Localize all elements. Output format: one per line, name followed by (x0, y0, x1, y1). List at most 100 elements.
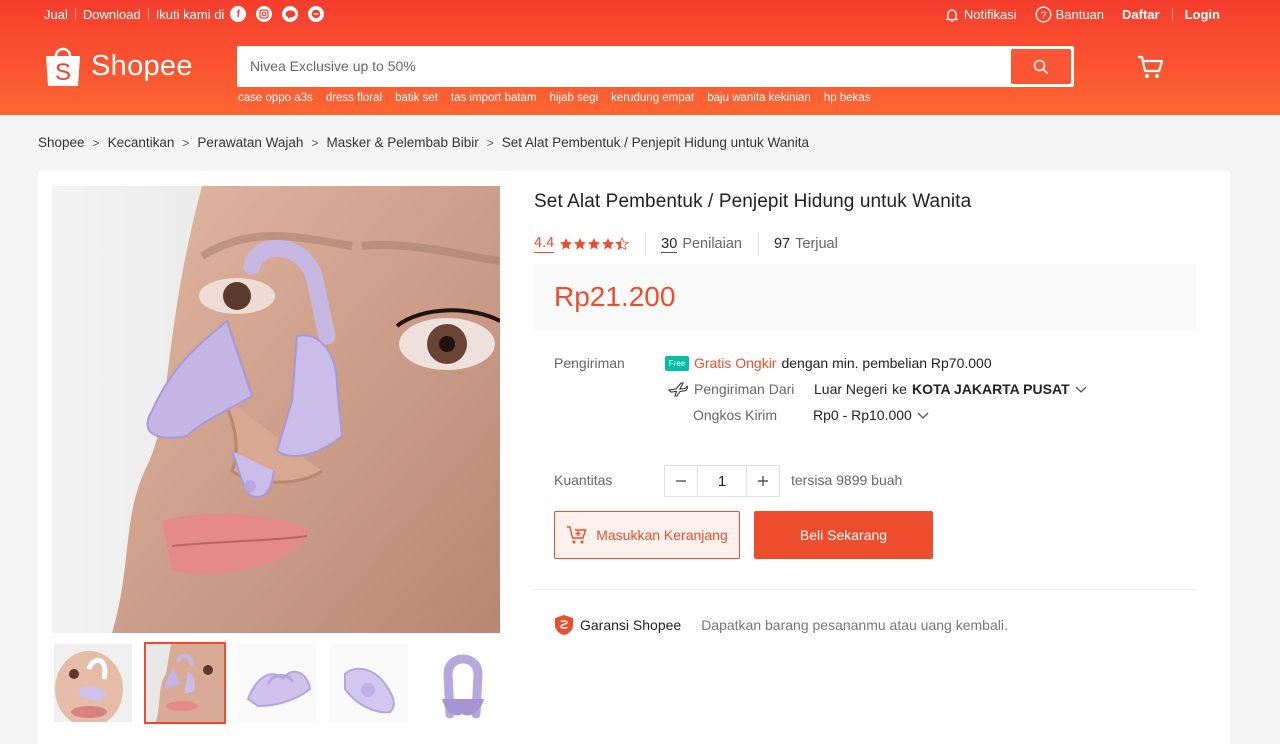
search-input[interactable] (241, 49, 1001, 83)
guarantee-description: Dapatkan barang pesananmu atau uang kemb… (701, 617, 1008, 633)
rating-row: 4.4 30 Penilaian 97 Terjual (534, 232, 854, 256)
bell-icon (945, 8, 959, 22)
cart-button[interactable] (1136, 53, 1164, 84)
shopee-guarantee: Garansi Shopee Dapatkan barang pesananmu… (554, 614, 1008, 636)
product-thumbnail[interactable] (420, 642, 502, 724)
download-link[interactable]: Download (83, 7, 141, 22)
free-shipping-icon: Free (665, 355, 689, 371)
divider (645, 232, 647, 256)
quantity-label: Kuantitas (554, 472, 613, 488)
chevron-right-icon: > (311, 135, 319, 150)
buy-now-button[interactable]: Beli Sekarang (754, 511, 933, 559)
shipping-from-label: Pengiriman Dari (694, 381, 795, 397)
divider (1171, 8, 1173, 21)
chevron-right-icon: > (92, 135, 100, 150)
suggestion-link[interactable]: dress floral (326, 92, 382, 104)
add-to-cart-button[interactable]: Masukkan Keranjang (554, 511, 740, 559)
free-shipping-row: Free Gratis Ongkir dengan min. pembelian… (665, 355, 992, 371)
reviews-label: Penilaian (682, 236, 742, 252)
shipping-destination[interactable]: KOTA JAKARTA PUSAT (912, 381, 1070, 397)
shipping-cost-value[interactable]: Rp0 - Rp10.000 (813, 407, 912, 423)
product-thumbnail-selected[interactable] (144, 642, 226, 724)
free-shipping-label: Gratis Ongkir (694, 355, 777, 371)
facebook-icon[interactable]: f (230, 6, 247, 22)
suggestion-link[interactable]: hp bekas (824, 92, 871, 104)
star-icon (602, 238, 615, 250)
product-main-image[interactable] (52, 186, 500, 633)
divider (534, 589, 1196, 590)
shopee-logo[interactable]: S Shopee (44, 44, 193, 88)
price-box: Rp21.200 (534, 264, 1196, 330)
star-icon (560, 238, 573, 250)
header: Jual Download Ikuti kami di f Notifikasi… (0, 0, 1280, 115)
sold-label: Terjual (795, 236, 838, 252)
follow-label: Ikuti kami di (155, 6, 225, 22)
suggestion-link[interactable]: hijab segi (550, 92, 599, 104)
help-link[interactable]: ? Bantuan (1035, 6, 1104, 23)
suggestion-link[interactable]: case oppo a3s (238, 92, 313, 104)
product-price: Rp21.200 (554, 281, 676, 312)
rating-score[interactable]: 4.4 (534, 235, 555, 253)
suggestion-link[interactable]: batik set (395, 92, 438, 104)
quantity-input[interactable]: 1 (697, 466, 747, 496)
shipping-label: Pengiriman (554, 355, 625, 371)
search-button[interactable] (1011, 49, 1071, 84)
rating-stars (559, 237, 630, 251)
guarantee-name[interactable]: Garansi Shopee (580, 617, 681, 633)
breadcrumb-link[interactable]: Perawatan Wajah (197, 135, 303, 150)
quantity-stepper: 1 (664, 465, 780, 497)
star-icon (574, 238, 587, 250)
notifications-label: Notifikasi (963, 7, 1017, 22)
stock-remaining: tersisa 9899 buah (791, 472, 903, 488)
increase-button[interactable] (747, 466, 779, 496)
shipping-from-row: Pengiriman Dari Luar Negeri ke KOTA JAKA… (668, 381, 1088, 397)
thumbnail-strip (52, 642, 512, 724)
help-label: Bantuan (1055, 7, 1105, 22)
star-half-icon (615, 237, 630, 251)
divider (757, 232, 759, 256)
product-title: Set Alat Pembentuk / Penjepit Hidung unt… (534, 191, 972, 212)
breadcrumb-current: Set Alat Pembentuk / Penjepit Hidung unt… (501, 135, 809, 150)
chevron-down-icon[interactable] (916, 410, 930, 420)
airplane-icon (668, 382, 688, 397)
shopee-bag-icon: S (44, 44, 82, 88)
breadcrumb-link[interactable]: Masker & Pelembab Bibir (326, 135, 478, 150)
suggestion-link[interactable]: kerudung empat (611, 92, 694, 104)
add-cart-icon (567, 526, 587, 544)
chevron-right-icon: > (182, 135, 190, 150)
shipping-to-prefix: ke (892, 381, 907, 397)
shipping-from-value: Luar Negeri (814, 381, 888, 397)
register-link[interactable]: Daftar (1122, 7, 1160, 22)
help-icon: ? (1035, 6, 1052, 23)
divider (74, 7, 76, 21)
login-link[interactable]: Login (1185, 7, 1220, 22)
breadcrumb: Shopee > Kecantikan > Perawatan Wajah > … (38, 135, 809, 150)
chevron-right-icon: > (486, 135, 494, 150)
star-icon (588, 238, 601, 250)
suggestion-link[interactable]: baju wanita kekinian (707, 92, 811, 104)
reviews-count[interactable]: 30 (661, 236, 678, 253)
divider (147, 7, 149, 21)
search-icon (1033, 59, 1049, 74)
suggestion-link[interactable]: tas import batam (451, 92, 537, 104)
product-thumbnail[interactable] (236, 642, 318, 724)
shipping-cost-label: Ongkos Kirim (693, 407, 778, 423)
notifications-link[interactable]: Notifikasi (944, 7, 1017, 23)
shield-icon (555, 615, 573, 635)
shopee-icon[interactable] (308, 6, 325, 22)
line-icon[interactable] (282, 6, 299, 22)
instagram-icon[interactable] (256, 6, 273, 22)
plus-icon (758, 476, 768, 486)
product-thumbnail[interactable] (328, 642, 410, 724)
search-bar (237, 46, 1074, 87)
chevron-down-icon[interactable] (1074, 384, 1088, 394)
product-thumbnail[interactable] (52, 642, 134, 724)
breadcrumb-link[interactable]: Shopee (38, 135, 85, 150)
add-to-cart-label: Masukkan Keranjang (596, 527, 728, 543)
svg-text:S: S (55, 59, 71, 86)
sell-link[interactable]: Jual (44, 7, 68, 22)
decrease-button[interactable] (665, 466, 697, 496)
svg-text:?: ? (1040, 10, 1046, 21)
sold-count: 97 (773, 236, 791, 252)
breadcrumb-link[interactable]: Kecantikan (108, 135, 175, 150)
